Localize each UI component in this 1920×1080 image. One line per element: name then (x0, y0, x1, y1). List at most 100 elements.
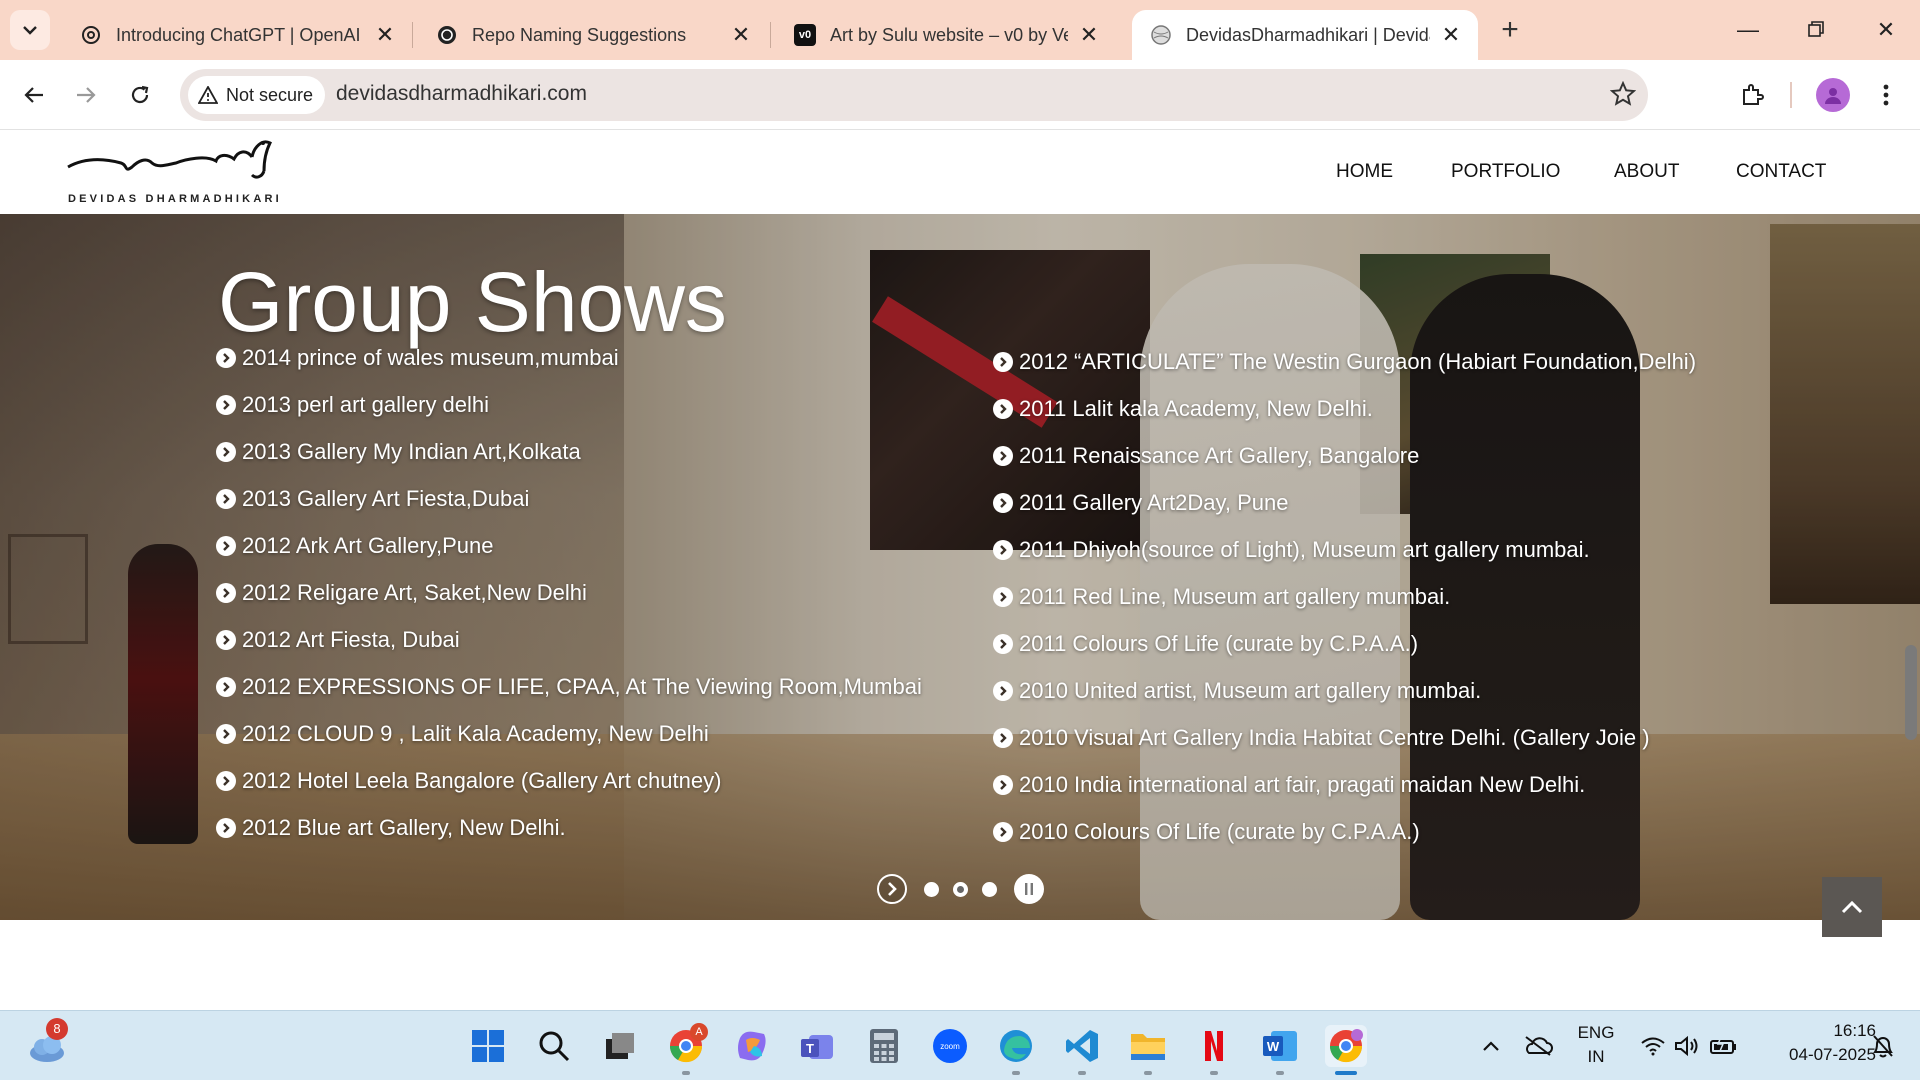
list-item-text: 2012 Hotel Leela Bangalore (Gallery Art … (242, 767, 722, 793)
onedrive-offline-icon[interactable] (1517, 1025, 1559, 1067)
openai-icon (80, 24, 102, 46)
clock[interactable]: 16:16 04-07-2025 (1756, 1021, 1876, 1065)
security-label: Not secure (226, 84, 314, 105)
chevron-circle-right-icon (993, 774, 1013, 795)
reload-button[interactable] (120, 75, 160, 115)
chevron-circle-right-icon (216, 629, 236, 650)
tab-search-button[interactable] (10, 10, 50, 50)
tab-title: Art by Sulu website – v0 by Vercel (830, 24, 1068, 45)
running-indicator (1144, 1071, 1152, 1075)
word-icon[interactable]: W (1259, 1025, 1301, 1075)
close-tab-icon[interactable]: ✕ (1440, 22, 1462, 48)
page-scrollbar-thumb[interactable] (1905, 645, 1917, 740)
nav-home[interactable]: HOME (1336, 161, 1393, 183)
list-item: 2014 prince of wales museum,mumbai (216, 334, 922, 381)
list-item: 2010 India international art fair, praga… (993, 761, 1696, 808)
bookmark-star-icon[interactable] (1609, 80, 1637, 112)
chevron-circle-right-icon (993, 586, 1013, 607)
file-explorer-icon[interactable] (1127, 1025, 1169, 1075)
extensions-button[interactable] (1733, 75, 1773, 115)
clock-date: 04-07-2025 (1789, 1045, 1876, 1064)
list-item-text: 2014 prince of wales museum,mumbai (242, 344, 619, 370)
running-indicator (1276, 1071, 1284, 1075)
v0-icon: v0 (794, 24, 816, 46)
profile-avatar[interactable] (1816, 78, 1850, 112)
list-item-text: 2012 “ARTICULATE” The Westin Gurgaon (Ha… (1019, 348, 1697, 374)
list-item-text: 2011 Dhiyoh(source of Light), Museum art… (1019, 536, 1590, 562)
user-icon (1825, 88, 1841, 104)
volume-icon[interactable] (1666, 1025, 1708, 1067)
scroll-to-top-button[interactable] (1822, 877, 1882, 937)
teams-icon[interactable]: T (797, 1025, 839, 1067)
battery-icon[interactable] (1703, 1025, 1745, 1067)
globe-icon (1150, 24, 1172, 46)
list-item: 2012 Art Fiesta, Dubai (216, 616, 922, 663)
svg-text:T: T (806, 1041, 814, 1056)
tab-chatgpt[interactable]: Introducing ChatGPT | OpenAI ✕ (62, 10, 412, 60)
tab-separator (412, 22, 413, 48)
start-icon[interactable] (467, 1025, 509, 1067)
chrome-profile-icon[interactable] (1325, 1025, 1367, 1075)
tab-art-by-sulu[interactable]: v0 Art by Sulu website – v0 by Vercel ✕ (776, 10, 1116, 60)
edge-icon[interactable] (995, 1025, 1037, 1075)
calculator-icon[interactable] (863, 1025, 905, 1067)
task-view-icon[interactable] (599, 1025, 641, 1067)
close-window-button[interactable]: ✕ (1858, 8, 1914, 52)
running-indicator (1012, 1071, 1020, 1075)
slider-pause-button[interactable] (1014, 874, 1044, 904)
tab-title: DevidasDharmadhikari | Devidas (1186, 24, 1430, 45)
url-text[interactable]: devidasdharmadhikari.com (336, 82, 587, 106)
minimize-button[interactable]: — (1720, 8, 1776, 52)
list-item-text: 2011 Renaissance Art Gallery, Bangalore (1019, 442, 1420, 468)
group-shows-list-left: 2014 prince of wales museum,mumbai 2013 p… (216, 334, 922, 851)
list-item: 2012 Ark Art Gallery,Pune (216, 522, 922, 569)
nav-about[interactable]: ABOUT (1614, 161, 1679, 183)
close-tab-icon[interactable]: ✕ (730, 22, 752, 48)
tab-repo-naming[interactable]: Repo Naming Suggestions ✕ (418, 10, 768, 60)
slider-dot[interactable] (982, 881, 997, 897)
chevron-circle-right-icon (216, 347, 236, 368)
browser-menu-button[interactable] (1866, 75, 1906, 115)
language-indicator[interactable]: ENG IN (1572, 1023, 1620, 1067)
tab-title: Introducing ChatGPT | OpenAI (116, 24, 361, 45)
new-tab-button[interactable]: + (1494, 12, 1526, 48)
site-security-chip[interactable]: Not secure (188, 76, 326, 114)
zoom-icon[interactable]: zoom (929, 1025, 971, 1067)
nav-portfolio[interactable]: PORTFOLIO (1451, 161, 1560, 183)
forward-button[interactable] (66, 75, 106, 115)
chevron-circle-right-icon (216, 441, 236, 462)
back-button[interactable] (14, 75, 54, 115)
list-item-text: 2010 Visual Art Gallery India Habitat Ce… (1019, 724, 1650, 750)
list-item: 2010 Colours Of Life (curate by C.P.A.A.… (993, 808, 1696, 855)
close-tab-icon[interactable]: ✕ (1078, 22, 1100, 48)
list-item-text: 2012 Religare Art, Saket,New Delhi (242, 579, 587, 605)
slider-dot[interactable] (953, 881, 968, 897)
notification-bell-icon[interactable] (1862, 1025, 1904, 1067)
list-item-text: 2010 Colours Of Life (curate by C.P.A.A.… (1019, 818, 1420, 844)
close-tab-icon[interactable]: ✕ (374, 22, 396, 48)
restore-icon (1808, 21, 1824, 37)
list-item: 2011 Dhiyoh(source of Light), Museum art… (993, 526, 1696, 573)
netflix-icon[interactable] (1193, 1025, 1235, 1075)
browser-tab-strip: Introducing ChatGPT | OpenAI ✕ Repo Nami… (0, 0, 1920, 60)
tab-devidas-active[interactable]: DevidasDharmadhikari | Devidas ✕ (1132, 10, 1478, 60)
copilot-icon[interactable] (731, 1025, 773, 1067)
list-item: 2010 United artist, Museum art gallery m… (993, 667, 1696, 714)
chevron-circle-right-icon (993, 492, 1013, 513)
slider-next-button[interactable] (877, 874, 907, 904)
restore-button[interactable] (1788, 8, 1844, 52)
chevron-circle-right-icon (216, 582, 236, 603)
address-bar[interactable]: Not secure devidasdharmadhikari.com (180, 69, 1648, 121)
list-item-text: 2012 Blue art Gallery, New Delhi. (242, 814, 566, 840)
vscode-icon[interactable] (1061, 1025, 1103, 1075)
nav-contact[interactable]: CONTACT (1736, 161, 1826, 183)
slider-dot[interactable] (924, 881, 939, 897)
chrome-badge: A (690, 1023, 708, 1041)
show-hidden-icons-chevron-icon[interactable] (1470, 1025, 1512, 1067)
chevron-circle-right-icon (993, 633, 1013, 654)
clock-time: 16:16 (1833, 1021, 1876, 1040)
chevron-circle-right-icon (993, 821, 1013, 842)
search-icon[interactable] (533, 1025, 575, 1067)
list-item-text: 2011 Gallery Art2Day, Pune (1019, 489, 1289, 515)
list-item-text: 2011 Red Line, Museum art gallery mumbai… (1019, 583, 1451, 609)
